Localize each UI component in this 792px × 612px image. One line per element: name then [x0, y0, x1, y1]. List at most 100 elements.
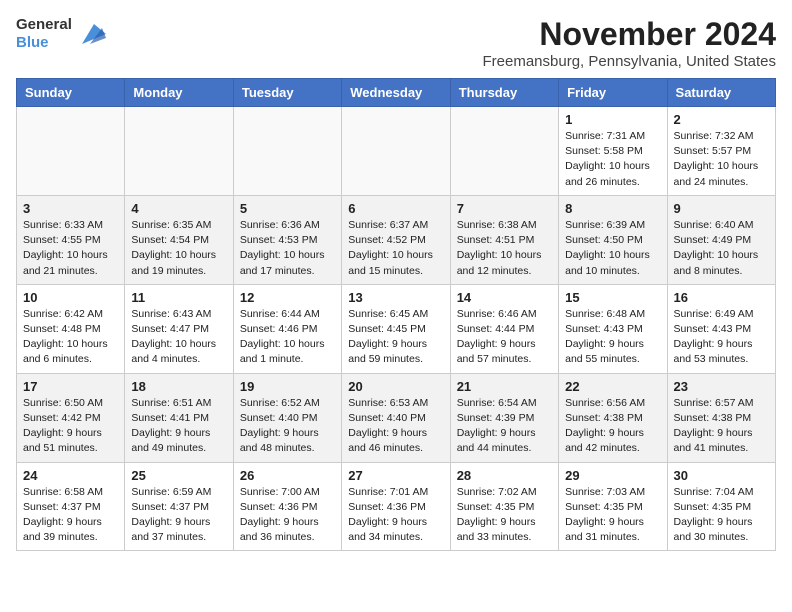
day-number: 1 — [565, 112, 660, 127]
calendar-day-cell: 4Sunrise: 6:35 AM Sunset: 4:54 PM Daylig… — [125, 195, 233, 284]
calendar-week-row: 1 Sunrise: 7:31 AM Sunset: 5:58 PM Daylig… — [17, 107, 776, 196]
day-info: Sunrise: 7:32 AM Sunset: 5:57 PM Dayligh… — [674, 129, 769, 190]
logo-icon — [74, 20, 106, 48]
page-title: November 2024 — [483, 16, 777, 53]
calendar-day-cell: 7 Sunrise: 6:38 AM Sunset: 4:51 PM Daylig… — [450, 195, 558, 284]
calendar-day-cell: 11 Sunrise: 6:43 AM Sunset: 4:47 PM Dayli… — [125, 284, 233, 373]
calendar-day-cell — [125, 107, 233, 196]
day-info: Sunrise: 6:35 AM Sunset: 4:54 PM Dayligh… — [131, 218, 226, 279]
day-number: 12 — [240, 290, 335, 305]
day-info: Sunrise: 6:58 AM Sunset: 4:37 PM Dayligh… — [23, 485, 118, 546]
calendar-day-cell: 9Sunrise: 6:40 AM Sunset: 4:49 PM Daylig… — [667, 195, 775, 284]
day-info: Sunrise: 6:51 AM Sunset: 4:41 PM Dayligh… — [131, 396, 226, 457]
day-info: Sunrise: 6:44 AM Sunset: 4:46 PM Dayligh… — [240, 307, 335, 368]
day-info: Sunrise: 6:53 AM Sunset: 4:40 PM Dayligh… — [348, 396, 443, 457]
title-block: November 2024 Freemansburg, Pennsylvania… — [483, 16, 777, 70]
calendar-day-cell: 19 Sunrise: 6:52 AM Sunset: 4:40 PM Dayli… — [233, 373, 341, 462]
calendar-day-cell: 8 Sunrise: 6:39 AM Sunset: 4:50 PM Daylig… — [559, 195, 667, 284]
day-info: Sunrise: 6:52 AM Sunset: 4:40 PM Dayligh… — [240, 396, 335, 457]
day-number: 27 — [348, 468, 443, 483]
day-number: 22 — [565, 379, 660, 394]
calendar-table: SundayMondayTuesdayWednesdayThursdayFrid… — [16, 78, 776, 551]
calendar-day-cell: 28Sunrise: 7:02 AM Sunset: 4:35 PM Dayli… — [450, 462, 558, 551]
day-info: Sunrise: 6:48 AM Sunset: 4:43 PM Dayligh… — [565, 307, 660, 368]
day-number: 10 — [23, 290, 118, 305]
day-number: 19 — [240, 379, 335, 394]
calendar-day-cell: 15 Sunrise: 6:48 AM Sunset: 4:43 PM Dayli… — [559, 284, 667, 373]
day-info: Sunrise: 6:54 AM Sunset: 4:39 PM Dayligh… — [457, 396, 552, 457]
calendar-day-cell: 6 Sunrise: 6:37 AM Sunset: 4:52 PM Daylig… — [342, 195, 450, 284]
calendar-day-cell — [17, 107, 125, 196]
day-info: Sunrise: 6:50 AM Sunset: 4:42 PM Dayligh… — [23, 396, 118, 457]
calendar-day-cell: 3 Sunrise: 6:33 AM Sunset: 4:55 PM Daylig… — [17, 195, 125, 284]
day-info: Sunrise: 6:59 AM Sunset: 4:37 PM Dayligh… — [131, 485, 226, 546]
day-number: 18 — [131, 379, 226, 394]
page-subtitle: Freemansburg, Pennsylvania, United State… — [483, 53, 777, 70]
calendar-day-cell: 29 Sunrise: 7:03 AM Sunset: 4:35 PM Dayli… — [559, 462, 667, 551]
day-number: 6 — [348, 201, 443, 216]
day-number: 11 — [131, 290, 226, 305]
calendar-day-cell: 23 Sunrise: 6:57 AM Sunset: 4:38 PM Dayli… — [667, 373, 775, 462]
calendar-week-row: 17 Sunrise: 6:50 AM Sunset: 4:42 PM Dayli… — [17, 373, 776, 462]
calendar-day-cell: 14 Sunrise: 6:46 AM Sunset: 4:44 PM Dayli… — [450, 284, 558, 373]
day-info: Sunrise: 6:33 AM Sunset: 4:55 PM Dayligh… — [23, 218, 118, 279]
calendar-day-header: Friday — [559, 79, 667, 107]
calendar-day-header: Sunday — [17, 79, 125, 107]
day-number: 30 — [674, 468, 769, 483]
calendar-day-header: Thursday — [450, 79, 558, 107]
calendar-day-cell: 16 Sunrise: 6:49 AM Sunset: 4:43 PM Dayli… — [667, 284, 775, 373]
calendar-day-header: Saturday — [667, 79, 775, 107]
calendar-day-header: Monday — [125, 79, 233, 107]
day-number: 9 — [674, 201, 769, 216]
calendar-day-cell: 12 Sunrise: 6:44 AM Sunset: 4:46 PM Dayli… — [233, 284, 341, 373]
day-number: 15 — [565, 290, 660, 305]
day-number: 2 — [674, 112, 769, 127]
day-number: 28 — [457, 468, 552, 483]
calendar-day-cell: 30 Sunrise: 7:04 AM Sunset: 4:35 PM Dayli… — [667, 462, 775, 551]
day-info: Sunrise: 7:31 AM Sunset: 5:58 PM Dayligh… — [565, 129, 660, 190]
day-number: 26 — [240, 468, 335, 483]
day-info: Sunrise: 7:03 AM Sunset: 4:35 PM Dayligh… — [565, 485, 660, 546]
calendar-day-cell: 2 Sunrise: 7:32 AM Sunset: 5:57 PM Daylig… — [667, 107, 775, 196]
calendar-day-cell: 18 Sunrise: 6:51 AM Sunset: 4:41 PM Dayli… — [125, 373, 233, 462]
day-info: Sunrise: 6:56 AM Sunset: 4:38 PM Dayligh… — [565, 396, 660, 457]
calendar-header-row: SundayMondayTuesdayWednesdayThursdayFrid… — [17, 79, 776, 107]
calendar-week-row: 10 Sunrise: 6:42 AM Sunset: 4:48 PM Dayli… — [17, 284, 776, 373]
day-info: Sunrise: 6:38 AM Sunset: 4:51 PM Dayligh… — [457, 218, 552, 279]
day-number: 24 — [23, 468, 118, 483]
day-number: 13 — [348, 290, 443, 305]
day-info: Sunrise: 6:43 AM Sunset: 4:47 PM Dayligh… — [131, 307, 226, 368]
day-number: 5 — [240, 201, 335, 216]
calendar-day-cell: 25 Sunrise: 6:59 AM Sunset: 4:37 PM Dayli… — [125, 462, 233, 551]
calendar-week-row: 3 Sunrise: 6:33 AM Sunset: 4:55 PM Daylig… — [17, 195, 776, 284]
calendar-day-cell: 1 Sunrise: 7:31 AM Sunset: 5:58 PM Daylig… — [559, 107, 667, 196]
day-info: Sunrise: 6:39 AM Sunset: 4:50 PM Dayligh… — [565, 218, 660, 279]
day-info: Sunrise: 7:01 AM Sunset: 4:36 PM Dayligh… — [348, 485, 443, 546]
day-info: Sunrise: 6:37 AM Sunset: 4:52 PM Dayligh… — [348, 218, 443, 279]
day-number: 14 — [457, 290, 552, 305]
page-header: GeneralBlue November 2024 Freemansburg, … — [16, 16, 776, 70]
day-number: 23 — [674, 379, 769, 394]
calendar-day-header: Wednesday — [342, 79, 450, 107]
calendar-day-cell: 24 Sunrise: 6:58 AM Sunset: 4:37 PM Dayli… — [17, 462, 125, 551]
day-info: Sunrise: 6:57 AM Sunset: 4:38 PM Dayligh… — [674, 396, 769, 457]
day-number: 25 — [131, 468, 226, 483]
day-info: Sunrise: 6:36 AM Sunset: 4:53 PM Dayligh… — [240, 218, 335, 279]
day-info: Sunrise: 6:46 AM Sunset: 4:44 PM Dayligh… — [457, 307, 552, 368]
calendar-day-cell — [233, 107, 341, 196]
day-info: Sunrise: 6:49 AM Sunset: 4:43 PM Dayligh… — [674, 307, 769, 368]
day-info: Sunrise: 7:04 AM Sunset: 4:35 PM Dayligh… — [674, 485, 769, 546]
day-number: 16 — [674, 290, 769, 305]
calendar-day-cell: 22 Sunrise: 6:56 AM Sunset: 4:38 PM Dayli… — [559, 373, 667, 462]
day-number: 7 — [457, 201, 552, 216]
calendar-day-cell: 20Sunrise: 6:53 AM Sunset: 4:40 PM Dayli… — [342, 373, 450, 462]
day-number: 21 — [457, 379, 552, 394]
day-number: 29 — [565, 468, 660, 483]
calendar-day-header: Tuesday — [233, 79, 341, 107]
calendar-day-cell: 13Sunrise: 6:45 AM Sunset: 4:45 PM Dayli… — [342, 284, 450, 373]
day-info: Sunrise: 6:42 AM Sunset: 4:48 PM Dayligh… — [23, 307, 118, 368]
day-number: 3 — [23, 201, 118, 216]
calendar-week-row: 24 Sunrise: 6:58 AM Sunset: 4:37 PM Dayli… — [17, 462, 776, 551]
day-number: 17 — [23, 379, 118, 394]
day-number: 8 — [565, 201, 660, 216]
